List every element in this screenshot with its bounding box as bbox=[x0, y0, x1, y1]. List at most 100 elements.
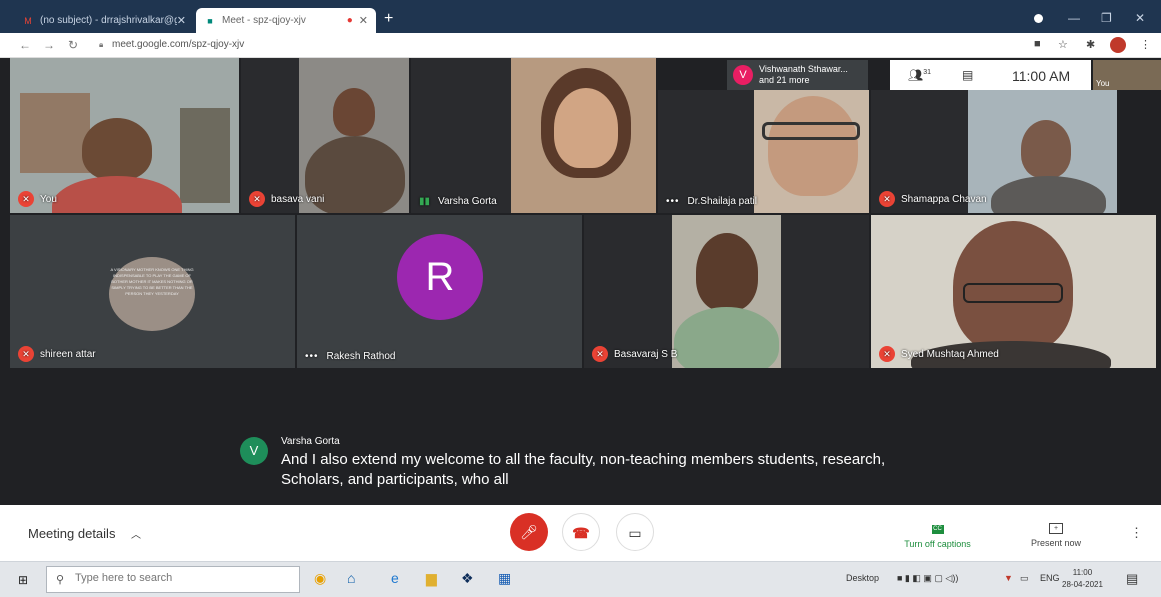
more-options-dots-icon: ••• bbox=[666, 196, 680, 207]
participant-tile-shailaja-patil[interactable]: ••• Dr.Shailaja patil bbox=[658, 90, 869, 213]
windows-start-icon[interactable]: ⊞ bbox=[18, 573, 28, 587]
camera-indicator-icon[interactable]: ■ bbox=[1034, 38, 1041, 50]
edge-app-icon[interactable]: e bbox=[391, 570, 399, 586]
participant-tile-shamappa-chavan[interactable]: ✕ Shamappa Chavan bbox=[871, 90, 1117, 213]
taskbar-search[interactable]: ⚲ bbox=[46, 566, 300, 593]
captions-icon: CC bbox=[931, 525, 944, 534]
mic-off-icon: ✕ bbox=[18, 346, 34, 362]
participant-name: ✕ Shamappa Chavan bbox=[879, 191, 987, 207]
desktop-toolbar-label[interactable]: Desktop bbox=[846, 573, 879, 583]
search-icon: ⚲ bbox=[56, 574, 65, 586]
tab-title: Meet - spz-qjoy-xjv bbox=[222, 15, 306, 26]
people-button[interactable]: 👥︎31 bbox=[908, 68, 931, 82]
url-field[interactable]: meet.google.com/spz-qjoy-xjv bbox=[112, 39, 244, 50]
back-arrow-icon[interactable]: ← bbox=[19, 38, 31, 52]
overlay-line1: Vishwanath Sthawar... bbox=[759, 64, 848, 74]
chevron-up-icon[interactable]: ︿ bbox=[131, 526, 141, 541]
minimize-window-icon[interactable]: — bbox=[1068, 11, 1080, 25]
browser-menu-icon[interactable]: ⋮ bbox=[1140, 38, 1151, 51]
meet-icon: ■ bbox=[207, 15, 213, 26]
mic-off-icon: 🎤︎ bbox=[520, 524, 538, 540]
windows-taskbar: ⊞ ⚲ ◉ ⌂ e ▆ ❖ ▦ Desktop ■ ▮ ◧ ▣ ▢ ◁)) ▼ … bbox=[0, 561, 1161, 597]
close-tab-icon[interactable]: ✕ bbox=[177, 14, 186, 27]
present-now-button[interactable]: + Present now bbox=[1018, 517, 1094, 548]
more-options-icon[interactable]: ⋮ bbox=[1130, 525, 1143, 541]
participants-overlay[interactable]: V Vishwanath Sthawar... and 21 more bbox=[727, 60, 868, 90]
battery-icon[interactable]: ▭ bbox=[1020, 573, 1029, 584]
hang-up-button[interactable]: ☎︎ bbox=[562, 513, 600, 551]
chat-icon[interactable]: ▤ bbox=[962, 68, 973, 82]
participant-name: ✕ Syed Mushtaq Ahmed bbox=[879, 346, 999, 362]
recording-dot-icon: ● bbox=[346, 15, 353, 26]
phone-hangup-icon: ☎︎ bbox=[572, 525, 590, 541]
participant-glasses bbox=[762, 122, 860, 140]
present-screen-icon: + bbox=[1049, 523, 1063, 534]
participant-head bbox=[333, 88, 375, 136]
close-window-icon[interactable]: ✕ bbox=[1135, 11, 1145, 25]
forward-arrow-icon[interactable]: → bbox=[43, 38, 55, 52]
new-tab-button[interactable]: + bbox=[384, 10, 393, 28]
gmail-icon: M bbox=[24, 15, 32, 26]
notifications-icon[interactable]: ▤ bbox=[1126, 571, 1138, 587]
clock-date: 28-04-2021 bbox=[1062, 580, 1103, 589]
close-tab-icon[interactable]: ✕ bbox=[359, 14, 368, 27]
participant-head bbox=[768, 96, 858, 196]
participant-head bbox=[1021, 120, 1071, 178]
file-explorer-icon[interactable]: ▆ bbox=[426, 570, 437, 587]
meeting-time: 11:00 AM bbox=[1012, 68, 1071, 84]
participant-tile-varsha-gorta[interactable]: ▮▮ Varsha Gorta bbox=[411, 58, 656, 213]
chrome-account-dot-icon[interactable] bbox=[1034, 14, 1043, 23]
people-icon: 👥︎ bbox=[908, 68, 924, 82]
mic-toggle-button[interactable]: 🎤︎ bbox=[510, 513, 548, 551]
maximize-window-icon[interactable]: ❐ bbox=[1101, 11, 1112, 25]
browser-tab-gmail[interactable]: M (no subject) - drrajshrivalkar@gm ✕ bbox=[14, 8, 194, 33]
camera-toggle-button[interactable]: ▭ bbox=[616, 513, 654, 551]
participant-tile-you[interactable]: ✕ You bbox=[10, 58, 239, 213]
participant-tile-syed-mushtaq-ahmed[interactable]: ✕ Syed Mushtaq Ahmed bbox=[871, 215, 1156, 368]
meeting-details-button[interactable]: Meeting details bbox=[28, 526, 115, 541]
active-app-icon[interactable]: ▦ bbox=[498, 570, 511, 587]
participant-head bbox=[554, 88, 618, 168]
dropbox-app-icon[interactable]: ❖ bbox=[461, 570, 474, 587]
extensions-icon[interactable]: ✱ bbox=[1086, 38, 1095, 51]
more-options-dots-icon: ••• bbox=[305, 351, 319, 362]
background-shelf bbox=[180, 108, 230, 203]
participant-name: ✕ Basavaraj S B bbox=[592, 346, 677, 362]
chrome-app-icon[interactable]: ◉ bbox=[314, 570, 326, 587]
background-cabinet bbox=[20, 93, 90, 173]
turn-off-captions-button[interactable]: CC Turn off captions bbox=[890, 517, 985, 549]
reload-icon[interactable]: ↻ bbox=[68, 38, 78, 52]
overlay-text: Vishwanath Sthawar... and 21 more bbox=[759, 64, 848, 86]
store-app-icon[interactable]: ⌂ bbox=[347, 570, 355, 586]
participant-tile-basavaraj-sb[interactable]: ✕ Basavaraj S B bbox=[584, 215, 869, 368]
participant-name: ••• Dr.Shailaja patil bbox=[666, 196, 757, 207]
participant-tile-basava-vani[interactable]: ✕ basava vani bbox=[241, 58, 409, 213]
language-indicator[interactable]: ENG bbox=[1040, 573, 1060, 583]
mic-off-icon: ✕ bbox=[879, 346, 895, 362]
lock-icon[interactable]: 🔒︎ bbox=[99, 40, 103, 50]
caption-text: And I also extend my welcome to all the … bbox=[281, 451, 886, 488]
browser-tab-meet[interactable]: ■ Meet - spz-qjoy-xjv ● ✕ bbox=[196, 8, 376, 33]
mic-off-icon: ✕ bbox=[18, 191, 34, 207]
participant-head bbox=[696, 233, 758, 311]
browser-tab-strip: M (no subject) - drrajshrivalkar@gm ✕ ■ … bbox=[0, 0, 1161, 33]
participant-avatar: V bbox=[733, 65, 753, 85]
self-view-mini[interactable]: You bbox=[1093, 60, 1161, 90]
mic-off-icon: ✕ bbox=[879, 191, 895, 207]
speaking-indicator-icon: ▮▮ bbox=[419, 196, 431, 207]
system-tray-icons[interactable]: ■ ▮ ◧ ▣ ▢ ◁)) bbox=[897, 573, 958, 584]
caption-speaker-avatar: V bbox=[240, 437, 268, 465]
profile-avatar[interactable] bbox=[1110, 37, 1126, 53]
clock-time: 11:00 bbox=[1072, 568, 1093, 577]
taskbar-clock[interactable]: 11:00 28-04-2021 bbox=[1062, 567, 1103, 591]
mic-off-icon: ✕ bbox=[249, 191, 265, 207]
bookmark-star-icon[interactable]: ☆ bbox=[1058, 38, 1068, 51]
taskbar-search-input[interactable] bbox=[75, 572, 290, 584]
antivirus-icon[interactable]: ▼ bbox=[1004, 573, 1013, 583]
participant-name: ✕ basava vani bbox=[249, 191, 324, 207]
address-bar: ← → ↻ 🔒︎ meet.google.com/spz-qjoy-xjv ■ … bbox=[0, 33, 1161, 58]
participant-name: ✕ You bbox=[18, 191, 57, 207]
captions-label: Turn off captions bbox=[904, 539, 971, 549]
profile-quote-image: A VISIONARY MOTHER KNOWS ONE THING INDIS… bbox=[109, 257, 195, 331]
caption-speaker-name: Varsha Gorta bbox=[281, 436, 340, 447]
